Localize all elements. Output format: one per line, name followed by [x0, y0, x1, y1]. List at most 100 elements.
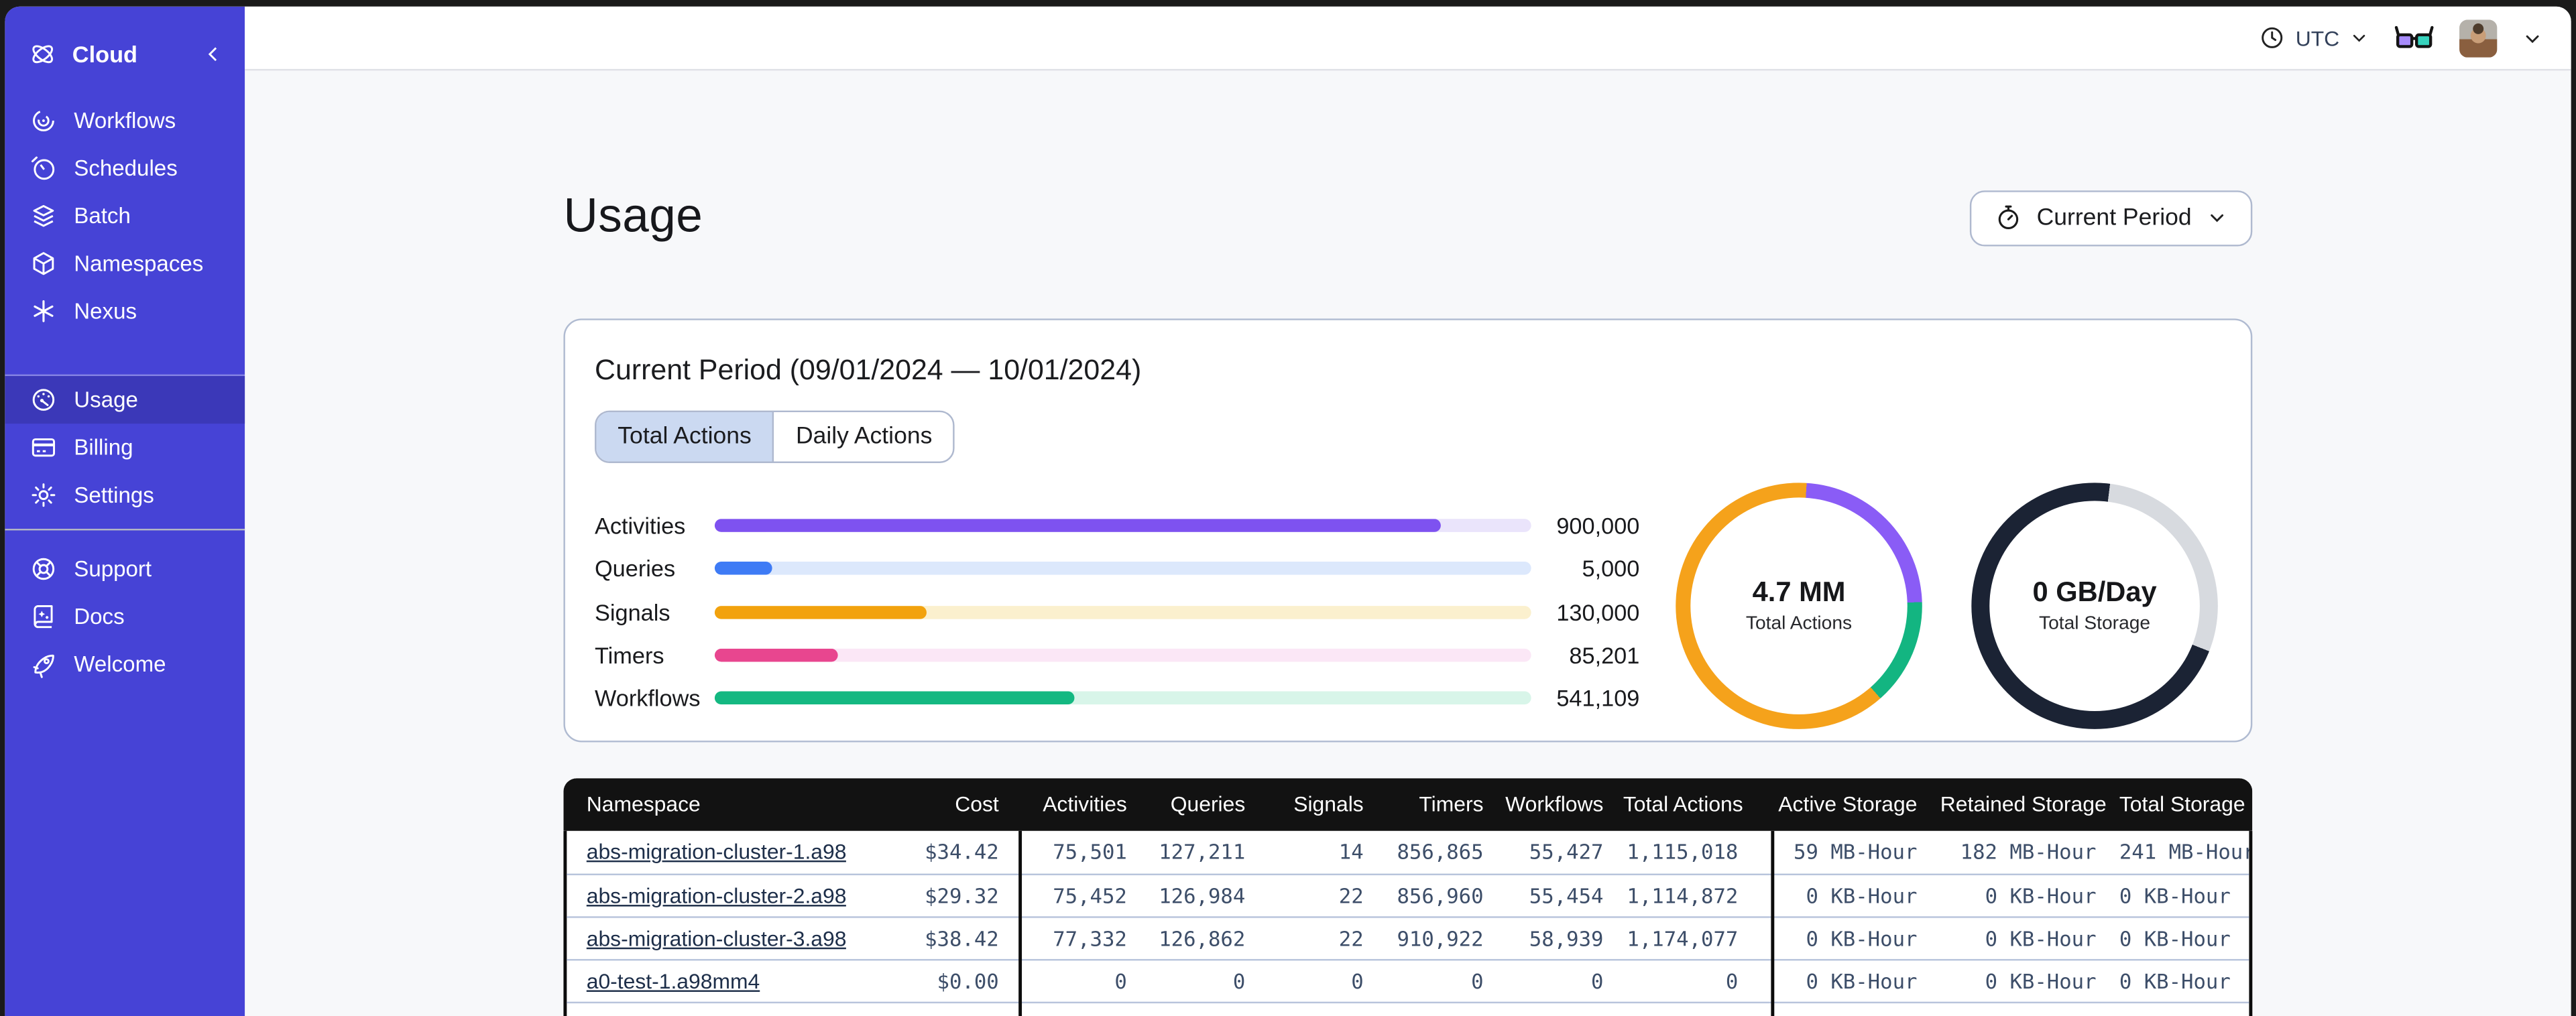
table-row: a0-test-2.a98mm4 $0.00 0 0 0 0 0 0 0 KB-…	[567, 1001, 2249, 1016]
sidebar-item-usage[interactable]: Usage	[5, 376, 245, 424]
sidebar-item-support[interactable]: Support	[5, 545, 245, 592]
screen: Cloud Workflows Schedules Batch Namespac…	[0, 0, 2576, 1016]
column-header-workflows: Workflows	[1505, 791, 1604, 817]
period-select-button[interactable]: Current Period	[1969, 190, 2253, 247]
namespace-link[interactable]: abs-migration-cluster-2.a98mm4	[587, 883, 846, 908]
column-header-signals: Signals	[1293, 791, 1364, 817]
feedback-glasses-icon[interactable]	[2394, 21, 2435, 54]
column-header-retained-storage: Retained Storage	[1940, 791, 2107, 817]
sidebar-footer-section: Support Docs Welcome	[5, 545, 245, 688]
bar-value: 85,201	[1569, 641, 1640, 668]
bar-row-queries: Queries 5,000	[595, 547, 1639, 590]
cell-total-storage: 0 KB-Hour	[2119, 968, 2231, 994]
cell-activities: 0	[1018, 1011, 1147, 1016]
namespace-link[interactable]: a0-test-2.a98mm4	[587, 1011, 760, 1016]
sidebar-item-settings[interactable]: Settings	[5, 471, 245, 519]
cell-active-storage: 0 KB-Hour	[1806, 883, 1918, 908]
bar-row-signals: Signals 130,000	[595, 590, 1639, 633]
cell-total-storage: 0 KB-Hour	[2119, 883, 2231, 908]
cell-total-actions: 1,114,872	[1627, 883, 1739, 908]
bar-fill	[714, 648, 837, 662]
cell-retained-storage: 0 KB-Hour	[1985, 883, 2097, 908]
bar-value: 5,000	[1582, 555, 1640, 582]
tab-total-actions[interactable]: Total Actions	[596, 411, 775, 462]
sidebar-item-nexus[interactable]: Nexus	[5, 288, 245, 335]
column-header-activities: Activities	[1043, 791, 1127, 817]
bar-label: Activities	[594, 512, 686, 539]
sidebar-item-docs[interactable]: Docs	[5, 593, 245, 641]
bar-row-workflows: Workflows 541,109	[595, 677, 1639, 720]
card-title: Current Period (09/01/2024 — 10/01/2024)	[594, 353, 1142, 386]
usage-summary-card: Current Period (09/01/2024 — 10/01/2024)…	[563, 318, 2253, 743]
period-button-label: Current Period	[2036, 205, 2192, 232]
table-row: abs-migration-cluster-1.a98mm4 $34.42 75…	[567, 830, 2249, 873]
cell-signals: 0	[1351, 968, 1364, 994]
sidebar-item-label: Support	[74, 556, 152, 582]
welcome-icon	[30, 650, 58, 678]
bar-fill	[714, 519, 1442, 532]
cell-cost: $34.42	[925, 839, 999, 865]
timezone-selector[interactable]: UTC	[2260, 25, 2369, 51]
sidebar-item-namespaces[interactable]: Namespaces	[5, 240, 245, 288]
cell-timers: 0	[1383, 1011, 1503, 1016]
namespace-link[interactable]: abs-migration-cluster-1.a98mm4	[587, 840, 846, 865]
namespace-link[interactable]: a0-test-1.a98mm4	[587, 968, 760, 993]
bar-row-activities: Activities 900,000	[595, 504, 1639, 547]
sidebar-item-schedules[interactable]: Schedules	[5, 145, 245, 192]
cell-retained-storage: 0 KB-Hour	[1940, 1011, 2119, 1016]
bar-row-timers: Timers 85,201	[595, 633, 1639, 676]
sidebar-item-batch[interactable]: Batch	[5, 192, 245, 240]
sidebar-item-label: Welcome	[74, 651, 166, 677]
table-header-row: Namespace Cost Activities Queries Signal…	[563, 778, 2253, 831]
cell-signals: 0	[1265, 1011, 1383, 1016]
chevron-down-icon[interactable]	[2522, 27, 2543, 48]
cell-retained-storage: 182 MB-Hour	[1960, 839, 2097, 865]
column-header-cost: Cost	[955, 791, 999, 817]
cell-timers: 856,960	[1397, 883, 1484, 908]
cell-workflows: 58,939	[1529, 926, 1604, 951]
donut-center: 0 GB/Day Total Storage	[1989, 500, 2200, 711]
tab-daily-actions[interactable]: Daily Actions	[774, 412, 953, 462]
column-header-total-storage: Total Storage	[2119, 791, 2245, 817]
cell-queries: 126,984	[1159, 883, 1246, 908]
sidebar-item-billing[interactable]: Billing	[5, 424, 245, 471]
app-window: Cloud Workflows Schedules Batch Namespac…	[5, 6, 2571, 1016]
bar-track	[714, 519, 1531, 532]
stopwatch-icon	[1994, 204, 2022, 233]
cell-signals: 22	[1338, 926, 1364, 951]
cell-timers: 856,865	[1397, 839, 1484, 865]
cell-workflows: 55,427	[1529, 839, 1604, 865]
bar-value: 900,000	[1556, 512, 1640, 539]
donut-value: 4.7 MM	[1752, 576, 1846, 609]
bar-label: Workflows	[594, 685, 701, 712]
nexus-icon	[30, 297, 58, 325]
cell-cost: $0.00	[846, 1011, 1018, 1016]
donut-label: Total Actions	[1745, 615, 1853, 635]
schedules-icon	[30, 154, 58, 182]
bar-track	[714, 691, 1531, 705]
bar-fill	[714, 691, 1074, 705]
cell-workflows: 0	[1503, 1011, 1623, 1016]
bar-value: 130,000	[1556, 598, 1640, 625]
usage-icon	[30, 386, 58, 414]
chevron-left-icon[interactable]	[202, 43, 225, 66]
cell-cost: $0.00	[937, 968, 999, 994]
sidebar-item-label: Billing	[74, 435, 133, 460]
table-body: abs-migration-cluster-1.a98mm4 $34.42 75…	[563, 830, 2253, 1016]
billing-icon	[30, 434, 58, 462]
sidebar-item-label: Docs	[74, 604, 125, 629]
sidebar-item-welcome[interactable]: Welcome	[5, 641, 245, 688]
cell-retained-storage: 0 KB-Hour	[1985, 926, 2097, 951]
temporal-logo-icon	[28, 40, 58, 69]
page-content: Usage Current Period Current Period (09/…	[245, 70, 2571, 1016]
sidebar-item-workflows[interactable]: Workflows	[5, 97, 245, 145]
namespaces-icon	[30, 249, 58, 277]
table-row: abs-migration-cluster-2.a98mm4 $29.32 75…	[567, 873, 2249, 916]
sidebar-item-label: Schedules	[74, 155, 178, 181]
column-header-active-storage: Active Storage	[1778, 791, 1918, 817]
user-avatar[interactable]	[2459, 19, 2498, 57]
namespace-link[interactable]: abs-migration-cluster-3.a98mm4	[587, 926, 846, 951]
donut-total-storage: 0 GB/Day Total Storage	[1971, 482, 2218, 729]
title-row: Usage Current Period	[563, 160, 2253, 277]
bar-track	[714, 648, 1531, 662]
